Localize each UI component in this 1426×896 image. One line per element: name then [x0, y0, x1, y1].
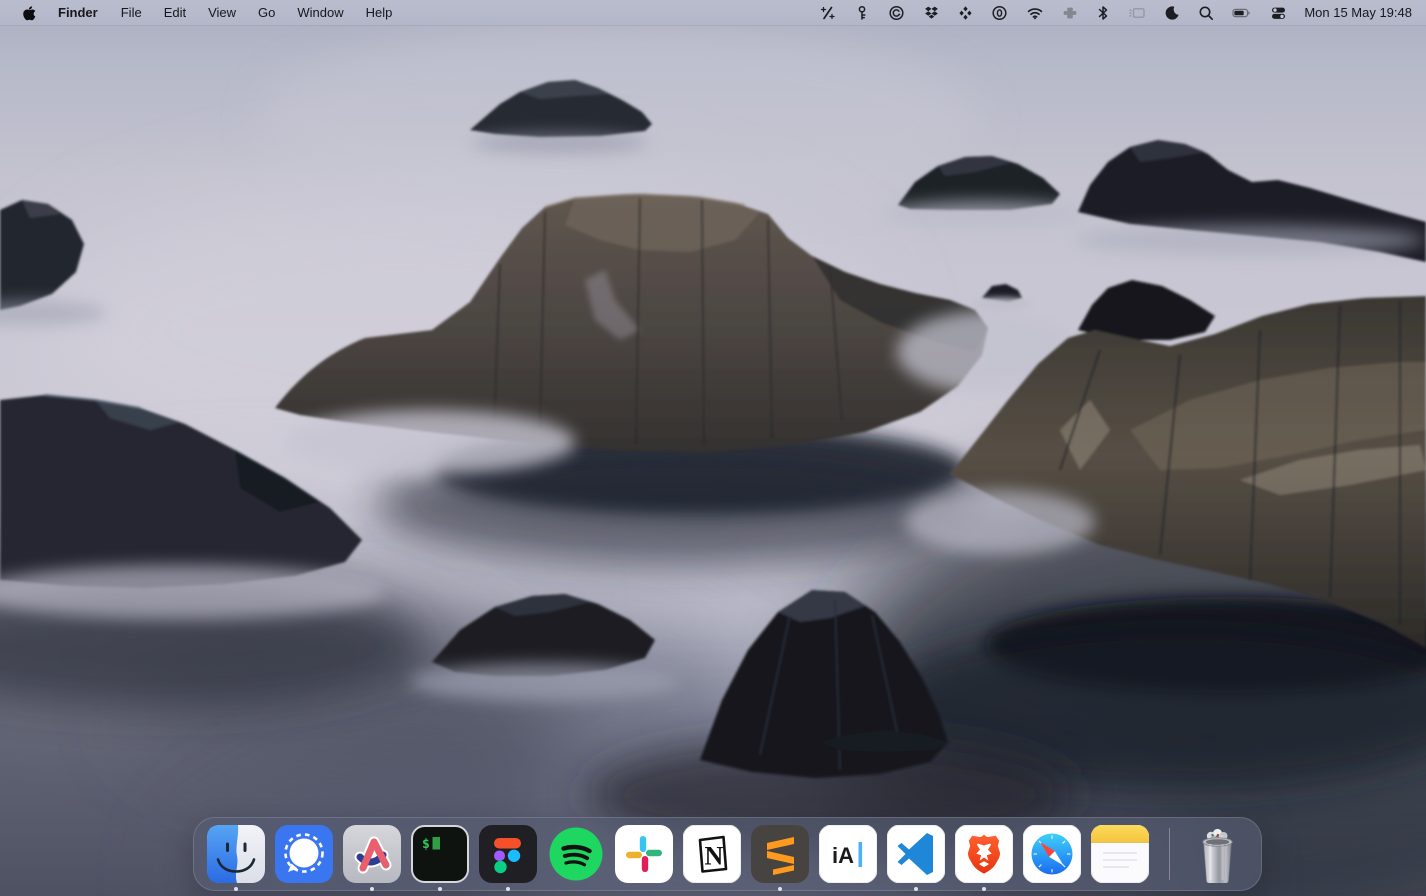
- menu-window[interactable]: Window: [286, 0, 354, 25]
- dock-item-notes[interactable]: [1091, 825, 1149, 883]
- dock-item-sublime[interactable]: [751, 825, 809, 883]
- svg-text:$: $: [422, 837, 430, 852]
- menu-bar-status: Mon 15 May 19:48: [810, 0, 1426, 25]
- dock-item-trash[interactable]: [1190, 825, 1248, 883]
- dock: $: [193, 817, 1262, 891]
- desktop-wallpaper: [0, 0, 1426, 896]
- dock-item-ia-writer[interactable]: iA: [819, 825, 877, 883]
- menu-help[interactable]: Help: [355, 0, 404, 25]
- menu-bar: Finder File Edit View Go Window Help: [0, 0, 1426, 25]
- adobe-creative-cloud-icon[interactable]: [879, 0, 914, 25]
- circled-zero-icon[interactable]: [982, 0, 1017, 25]
- menu-go[interactable]: Go: [247, 0, 286, 25]
- menu-file[interactable]: File: [110, 0, 153, 25]
- dock-item-finder[interactable]: [207, 825, 265, 883]
- control-center-icon[interactable]: [1261, 0, 1296, 25]
- running-indicator: [982, 887, 986, 891]
- wand-sparkles-icon[interactable]: [810, 0, 845, 25]
- dock-item-arc[interactable]: [343, 825, 401, 883]
- apple-logo-icon: [23, 5, 36, 21]
- dock-item-safari[interactable]: [1023, 825, 1081, 883]
- wifi-icon[interactable]: [1017, 0, 1053, 25]
- dock-item-spotify[interactable]: [547, 825, 605, 883]
- dock-item-brave[interactable]: [955, 825, 1013, 883]
- running-indicator: [370, 887, 374, 891]
- running-indicator: [234, 887, 238, 891]
- running-indicator: [778, 887, 782, 891]
- svg-text:iA: iA: [832, 843, 854, 868]
- dock-item-figma[interactable]: [479, 825, 537, 883]
- focus-moon-icon[interactable]: [1155, 0, 1189, 25]
- dock-item-vscode[interactable]: [887, 825, 945, 883]
- menu-bar-left: Finder File Edit View Go Window Help: [0, 0, 403, 25]
- running-indicator: [438, 887, 442, 891]
- dock-item-notion[interactable]: N: [683, 825, 741, 883]
- apple-menu[interactable]: [19, 0, 40, 25]
- battery-icon[interactable]: [1223, 0, 1261, 25]
- menu-finder[interactable]: Finder: [46, 0, 110, 25]
- running-indicator: [914, 887, 918, 891]
- screen-mirroring-icon[interactable]: [1119, 0, 1155, 25]
- health-plus-icon[interactable]: [1053, 0, 1087, 25]
- bluetooth-icon[interactable]: [1087, 0, 1119, 25]
- dropbox-icon[interactable]: [914, 0, 949, 25]
- diamond-cluster-icon[interactable]: [949, 0, 982, 25]
- running-indicator: [506, 887, 510, 891]
- svg-text:N: N: [705, 842, 724, 871]
- spotlight-search-icon[interactable]: [1189, 0, 1223, 25]
- dock-divider: [1169, 828, 1170, 880]
- dock-item-terminal[interactable]: $: [411, 825, 469, 883]
- key-icon[interactable]: [845, 0, 879, 25]
- menu-edit[interactable]: Edit: [153, 0, 197, 25]
- menu-view[interactable]: View: [197, 0, 247, 25]
- menu-bar-clock[interactable]: Mon 15 May 19:48: [1296, 5, 1418, 20]
- dock-item-signal[interactable]: [275, 825, 333, 883]
- dock-item-slack[interactable]: [615, 825, 673, 883]
